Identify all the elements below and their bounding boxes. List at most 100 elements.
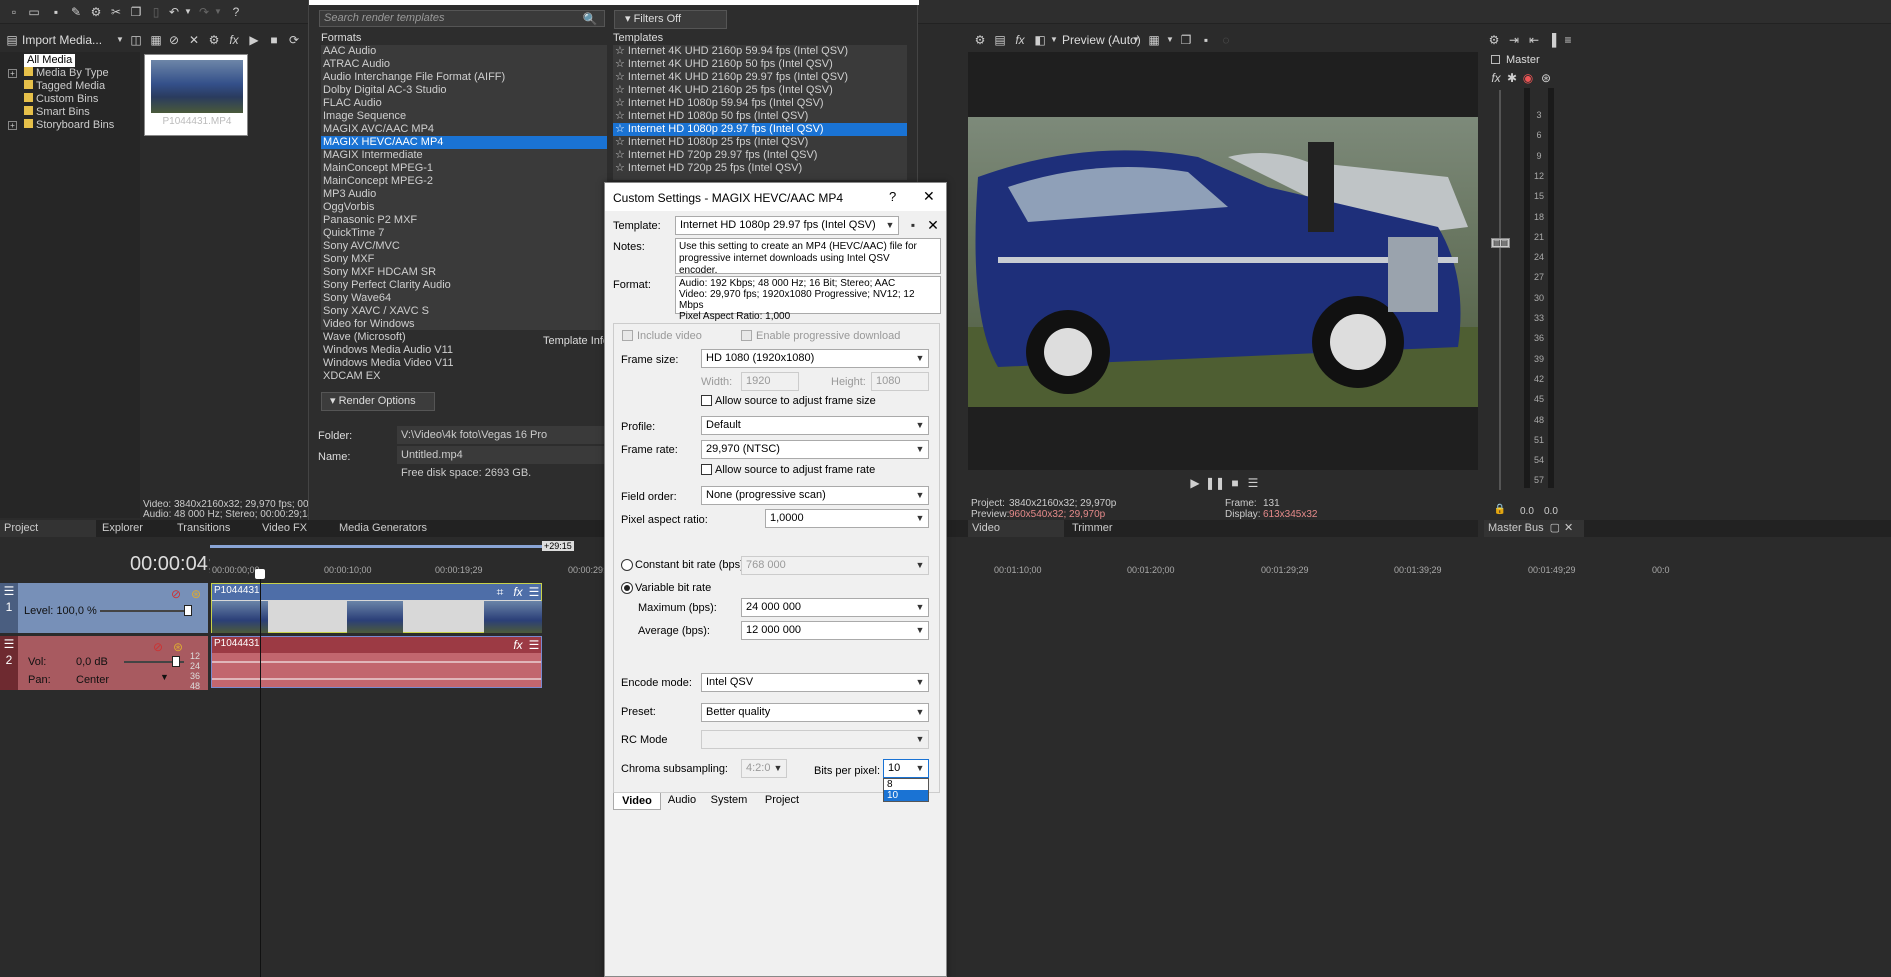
tab-audio[interactable]: Audio: [663, 793, 701, 809]
grid-icon[interactable]: ▦: [1146, 32, 1162, 48]
fx-icon[interactable]: fx: [226, 32, 242, 48]
video-track-header[interactable]: ☰ 1 ⊘ ⊛ Level: 100,0 %: [0, 583, 208, 633]
format-item[interactable]: XDCAM EX: [321, 370, 607, 383]
fx-icon[interactable]: fx: [510, 584, 526, 600]
format-item[interactable]: Video for Windows: [321, 318, 607, 331]
profile-select[interactable]: Default ▼: [701, 416, 929, 435]
format-item[interactable]: ATRAC Audio: [321, 58, 607, 71]
notes-field[interactable]: Use this setting to create an MP4 (HEVC/…: [675, 238, 941, 276]
save-as-icon[interactable]: ✎: [68, 4, 84, 20]
close-button[interactable]: ✕: [923, 188, 935, 205]
fader-handle[interactable]: ▤▤: [1491, 238, 1510, 248]
field-order-select[interactable]: None (progressive scan) ▼: [701, 486, 929, 505]
automation-icon[interactable]: ✱: [1504, 70, 1520, 86]
save-snapshot-icon[interactable]: ▪: [1198, 32, 1214, 48]
crop-icon[interactable]: ⌗: [492, 584, 508, 600]
properties-icon[interactable]: ⚙: [1486, 32, 1502, 48]
template-item[interactable]: ☆ Internet HD 1080p 29.97 fps (Intel QSV…: [613, 123, 907, 136]
template-item[interactable]: ☆ Internet HD 720p 29.97 fps (Intel QSV): [613, 149, 907, 162]
template-select[interactable]: Internet HD 1080p 29.97 fps (Intel QSV) ▼: [675, 216, 899, 235]
templates-list[interactable]: ☆ Internet 4K UHD 2160p 59.94 fps (Intel…: [613, 45, 907, 180]
import-media-button[interactable]: Import Media...: [22, 33, 102, 47]
menu-icon[interactable]: ☰: [526, 637, 542, 653]
tab-video-preview[interactable]: Video Preview▢✕: [968, 520, 1064, 551]
max-bitrate-select[interactable]: 24 000 000 ▼: [741, 598, 929, 617]
star-icon[interactable]: ☆: [615, 123, 628, 135]
format-item[interactable]: Audio Interchange File Format (AIFF): [321, 71, 607, 84]
solo-icon[interactable]: ⊛: [170, 639, 186, 655]
mute-icon[interactable]: ⊘: [150, 639, 166, 655]
filters-button[interactable]: ▾ Filters Off: [614, 10, 727, 29]
template-item[interactable]: ☆ Internet HD 1080p 59.94 fps (Intel QSV…: [613, 97, 907, 110]
chevron-down-icon[interactable]: ▼: [1162, 32, 1178, 48]
redo-dropdown-icon[interactable]: ▼: [210, 4, 226, 20]
formats-list[interactable]: AAC Audio ATRAC Audio Audio Interchange Fi…: [321, 45, 607, 382]
frame-rate-select[interactable]: 29,970 (NTSC) ▼: [701, 440, 929, 459]
format-item[interactable]: AAC Audio: [321, 45, 607, 58]
enable-progressive-checkbox[interactable]: [741, 330, 752, 341]
allow-frame-size-checkbox[interactable]: [701, 395, 712, 406]
media-thumbnail[interactable]: P1044431.MP4: [144, 54, 248, 136]
format-item[interactable]: OggVorbis: [321, 201, 607, 214]
star-icon[interactable]: ☆: [615, 97, 628, 109]
pause-icon[interactable]: ❚❚: [1205, 475, 1225, 491]
level-slider[interactable]: [100, 610, 190, 612]
tree-item-all-media[interactable]: All Media: [24, 54, 76, 67]
format-item[interactable]: Sony Wave64: [321, 292, 607, 305]
insert-icon[interactable]: ≡: [1560, 32, 1576, 48]
tree-item-storyboard-bins[interactable]: Storyboard Bins: [24, 119, 114, 131]
template-item[interactable]: ☆ Internet 4K UHD 2160p 25 fps (Intel QS…: [613, 84, 907, 97]
mute-icon[interactable]: ⊘: [168, 586, 184, 602]
pixel-aspect-select[interactable]: 1,0000 ▼: [765, 509, 929, 528]
fx-icon[interactable]: fx: [1012, 32, 1028, 48]
views-icon[interactable]: ▦: [148, 32, 164, 48]
play-icon[interactable]: ▶: [1187, 475, 1203, 491]
template-item[interactable]: ☆ Internet 4K UHD 2160p 59.94 fps (Intel…: [613, 45, 907, 58]
format-item[interactable]: Image Sequence: [321, 110, 607, 123]
format-item[interactable]: Dolby Digital AC-3 Studio: [321, 84, 607, 97]
avg-bitrate-select[interactable]: 12 000 000 ▼: [741, 621, 929, 640]
playhead-marker[interactable]: [255, 569, 265, 579]
width-field[interactable]: 1920: [741, 372, 799, 391]
star-icon[interactable]: ☆: [615, 45, 628, 57]
import-media-icon[interactable]: ▤: [4, 32, 20, 48]
tab-video[interactable]: Video: [613, 793, 661, 810]
format-item[interactable]: FLAC Audio: [321, 97, 607, 110]
expand-icon[interactable]: +: [8, 69, 17, 78]
menu-icon[interactable]: ☰: [526, 584, 542, 600]
vbr-radio[interactable]: [621, 582, 633, 594]
properties-icon[interactable]: ⚙: [206, 32, 222, 48]
play-icon[interactable]: ▶: [246, 32, 262, 48]
frame-size-select[interactable]: HD 1080 (1920x1080) ▼: [701, 349, 929, 368]
include-video-checkbox[interactable]: [622, 330, 633, 341]
properties-icon[interactable]: ⚙: [88, 4, 104, 20]
search-box[interactable]: Search render templates 🔍: [319, 10, 605, 27]
folder-field[interactable]: V:\Video\4k foto\Vegas 16 Pro: [397, 426, 607, 444]
cbr-select[interactable]: 768 000 ▼: [741, 556, 929, 575]
star-icon[interactable]: ☆: [615, 58, 628, 70]
format-item[interactable]: Panasonic P2 MXF: [321, 214, 607, 227]
cbr-radio[interactable]: [621, 559, 633, 571]
format-item[interactable]: QuickTime 7: [321, 227, 607, 240]
tab-explorer[interactable]: Explorer: [102, 520, 143, 537]
lock-icon[interactable]: 🔒: [1492, 502, 1508, 518]
copy-icon[interactable]: ❐: [128, 4, 144, 20]
tree-item-custom-bins[interactable]: Custom Bins: [24, 93, 98, 105]
save-template-icon[interactable]: ▪: [905, 217, 921, 233]
format-item[interactable]: MAGIX HEVC/AAC MP4: [321, 136, 607, 149]
tab-master-bus[interactable]: Master Bus ▢ ✕: [1484, 520, 1584, 537]
tree-item-tagged-media[interactable]: Tagged Media: [24, 80, 105, 92]
tab-project-media[interactable]: Project Media▢✕: [0, 520, 96, 551]
search-icon[interactable]: 🔍: [582, 11, 598, 27]
fx-icon[interactable]: fx: [510, 637, 526, 653]
new-project-icon[interactable]: ▫: [6, 4, 22, 20]
time-ruler[interactable]: 00:00:00;00 00:00:10;00 00:00:19;29 00:00:2…: [210, 537, 1891, 582]
downmix-icon[interactable]: ⇥: [1506, 32, 1522, 48]
allow-frame-rate-checkbox[interactable]: [701, 464, 712, 475]
tree-item-media-by-type[interactable]: Media By Type: [24, 67, 109, 79]
dim-icon[interactable]: ⇤: [1526, 32, 1542, 48]
tab-media-generators[interactable]: Media Generators: [339, 520, 427, 537]
format-item[interactable]: Sony XAVC / XAVC S: [321, 305, 607, 318]
mute-icon[interactable]: ◉: [1520, 70, 1536, 86]
save-icon[interactable]: ▪: [48, 4, 64, 20]
